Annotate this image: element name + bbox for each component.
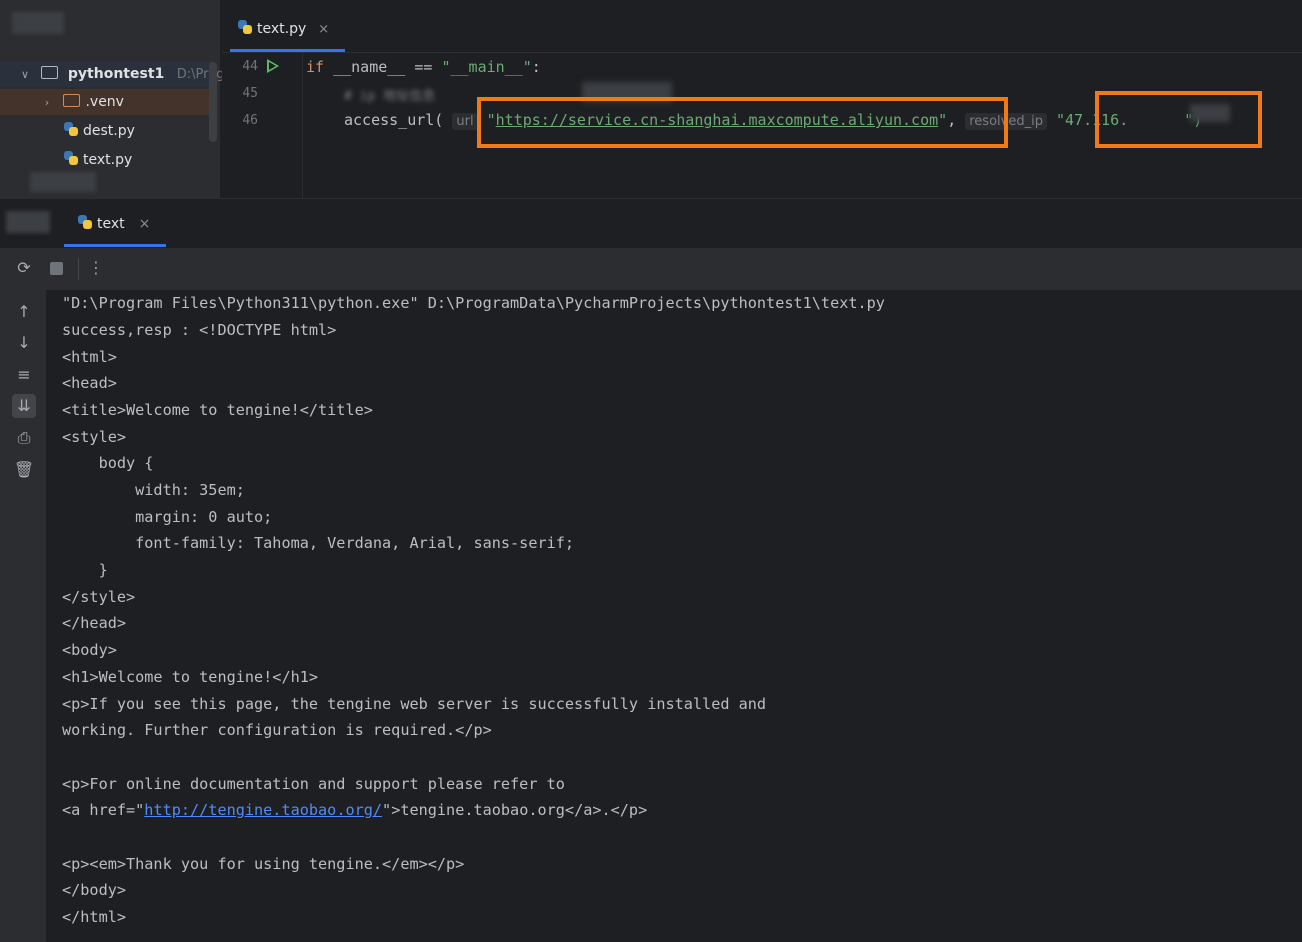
console-line: <p>For online documentation and support … — [62, 775, 565, 793]
python-file-icon — [64, 151, 78, 165]
tree-item-label: text.py — [83, 152, 133, 168]
console-hyperlink[interactable]: http://tengine.taobao.org/ — [144, 801, 382, 819]
console-line: </body> — [62, 881, 127, 899]
console-line: <style> — [62, 428, 127, 446]
tree-item-dest-py[interactable]: dest.py — [64, 118, 135, 144]
code-function: access_url( — [344, 111, 444, 129]
code-text: __name__ == — [324, 58, 442, 76]
code-line-45-comment: # ip 地址信息 — [344, 89, 436, 104]
close-icon[interactable]: × — [318, 22, 329, 37]
folder-icon — [41, 65, 59, 79]
console-line: </html> — [62, 908, 127, 926]
soft-wrap-icon[interactable]: ≡ — [12, 363, 36, 387]
more-options-icon[interactable]: ⋮ — [86, 258, 106, 278]
console-line: <head> — [62, 374, 117, 392]
close-icon[interactable]: × — [139, 216, 151, 232]
highlight-box-ip — [1095, 91, 1262, 148]
print-icon[interactable]: ⎙ — [12, 426, 36, 450]
highlight-box-url — [477, 97, 1008, 148]
code-editor[interactable]: text.py × 44 45 46 if __name__ == "__main… — [222, 0, 1302, 198]
python-file-icon — [78, 215, 92, 229]
console-line: <p><em>Thank you for using tengine.</em>… — [62, 855, 465, 873]
python-file-icon — [64, 122, 78, 136]
console-line: <p>If you see this page, the tengine web… — [62, 695, 767, 713]
editor-tab-bar: text.py × — [222, 0, 1302, 53]
line-number: 44 — [242, 59, 258, 74]
project-name: pythontest1 — [67, 66, 165, 82]
active-tab-indicator — [230, 49, 345, 52]
console-line: width: 35em; — [62, 481, 245, 499]
tab-run-text[interactable]: text × — [78, 211, 150, 237]
console-line: <body> — [62, 641, 117, 659]
tab-text-py[interactable]: text.py × — [238, 14, 329, 44]
clear-trash-icon[interactable]: 🗑 — [12, 458, 36, 482]
console-link-line: <a href="http://tengine.taobao.org/">ten… — [62, 801, 647, 819]
run-panel-header: text × — [0, 198, 1302, 250]
toolbar-divider — [78, 258, 79, 280]
tree-item-project[interactable]: ∨ pythontest1 D:\Progr — [0, 61, 230, 88]
console-line: <title>Welcome to tengine!</title> — [62, 401, 373, 419]
tree-item-venv[interactable]: › .venv — [0, 89, 212, 115]
console-line: body { — [62, 454, 154, 472]
param-hint-url: url — [452, 113, 478, 130]
rerun-icon[interactable]: ⟳ — [14, 258, 34, 278]
code-line-44: if __name__ == "__main__": — [306, 58, 541, 76]
stop-icon[interactable] — [50, 262, 63, 275]
console-line: working. Further configuration is requir… — [62, 721, 492, 739]
run-tab-label: text — [97, 216, 125, 232]
tree-item-label: dest.py — [83, 123, 135, 139]
top-area: ∨ pythontest1 D:\Progr › .venv dest.py t… — [0, 0, 1302, 198]
run-icon[interactable] — [267, 59, 279, 73]
scroll-down-icon[interactable]: ↓ — [12, 331, 36, 355]
console-line: margin: 0 auto; — [62, 508, 273, 526]
console-line: <html> — [62, 348, 117, 366]
console-text: <a href=" — [62, 801, 145, 819]
run-toolbar: ⟳ ⋮ — [0, 248, 1302, 290]
tree-item-text-py[interactable]: text.py — [64, 147, 132, 173]
code-string: "__main__" — [441, 58, 532, 76]
console-line: } — [62, 561, 108, 579]
tree-item-label: .venv — [85, 94, 124, 110]
code-text: : — [531, 58, 541, 76]
blurred-header — [12, 12, 64, 34]
console-line: </style> — [62, 588, 136, 606]
python-file-icon — [238, 20, 252, 34]
console-line: <h1>Welcome to tengine!</h1> — [62, 668, 319, 686]
scroll-up-icon[interactable]: ↑ — [12, 300, 36, 324]
active-tab-indicator — [64, 244, 166, 247]
blurred-label — [6, 211, 50, 233]
line-number: 45 — [242, 86, 258, 101]
sidebar-scrollbar[interactable] — [209, 62, 217, 142]
tab-label: text.py — [257, 21, 307, 37]
chevron-right-icon[interactable]: › — [40, 90, 54, 116]
console-side-toolbar: ↑ ↓ ≡ ⇊ ⎙ 🗑 — [0, 290, 46, 942]
console-line: "D:\Program Files\Python311\python.exe" … — [62, 294, 885, 312]
console-output[interactable]: "D:\Program Files\Python311\python.exe" … — [46, 290, 1302, 942]
console-line: font-family: Tahoma, Verdana, Arial, san… — [62, 534, 575, 552]
console-line: success,resp : <!DOCTYPE html> — [62, 321, 337, 339]
chevron-down-icon[interactable]: ∨ — [18, 62, 32, 88]
folder-icon — [63, 93, 81, 107]
scroll-to-end-icon[interactable]: ⇊ — [12, 394, 36, 418]
blurred-item — [30, 172, 96, 192]
console-line: </head> — [62, 614, 127, 632]
line-number: 46 — [242, 113, 258, 128]
console-text: ">tengine.taobao.org</a>.</p> — [382, 801, 648, 819]
project-sidebar: ∨ pythontest1 D:\Progr › .venv dest.py t… — [0, 0, 230, 198]
code-keyword: if — [306, 58, 325, 76]
gutter-divider — [302, 52, 303, 198]
